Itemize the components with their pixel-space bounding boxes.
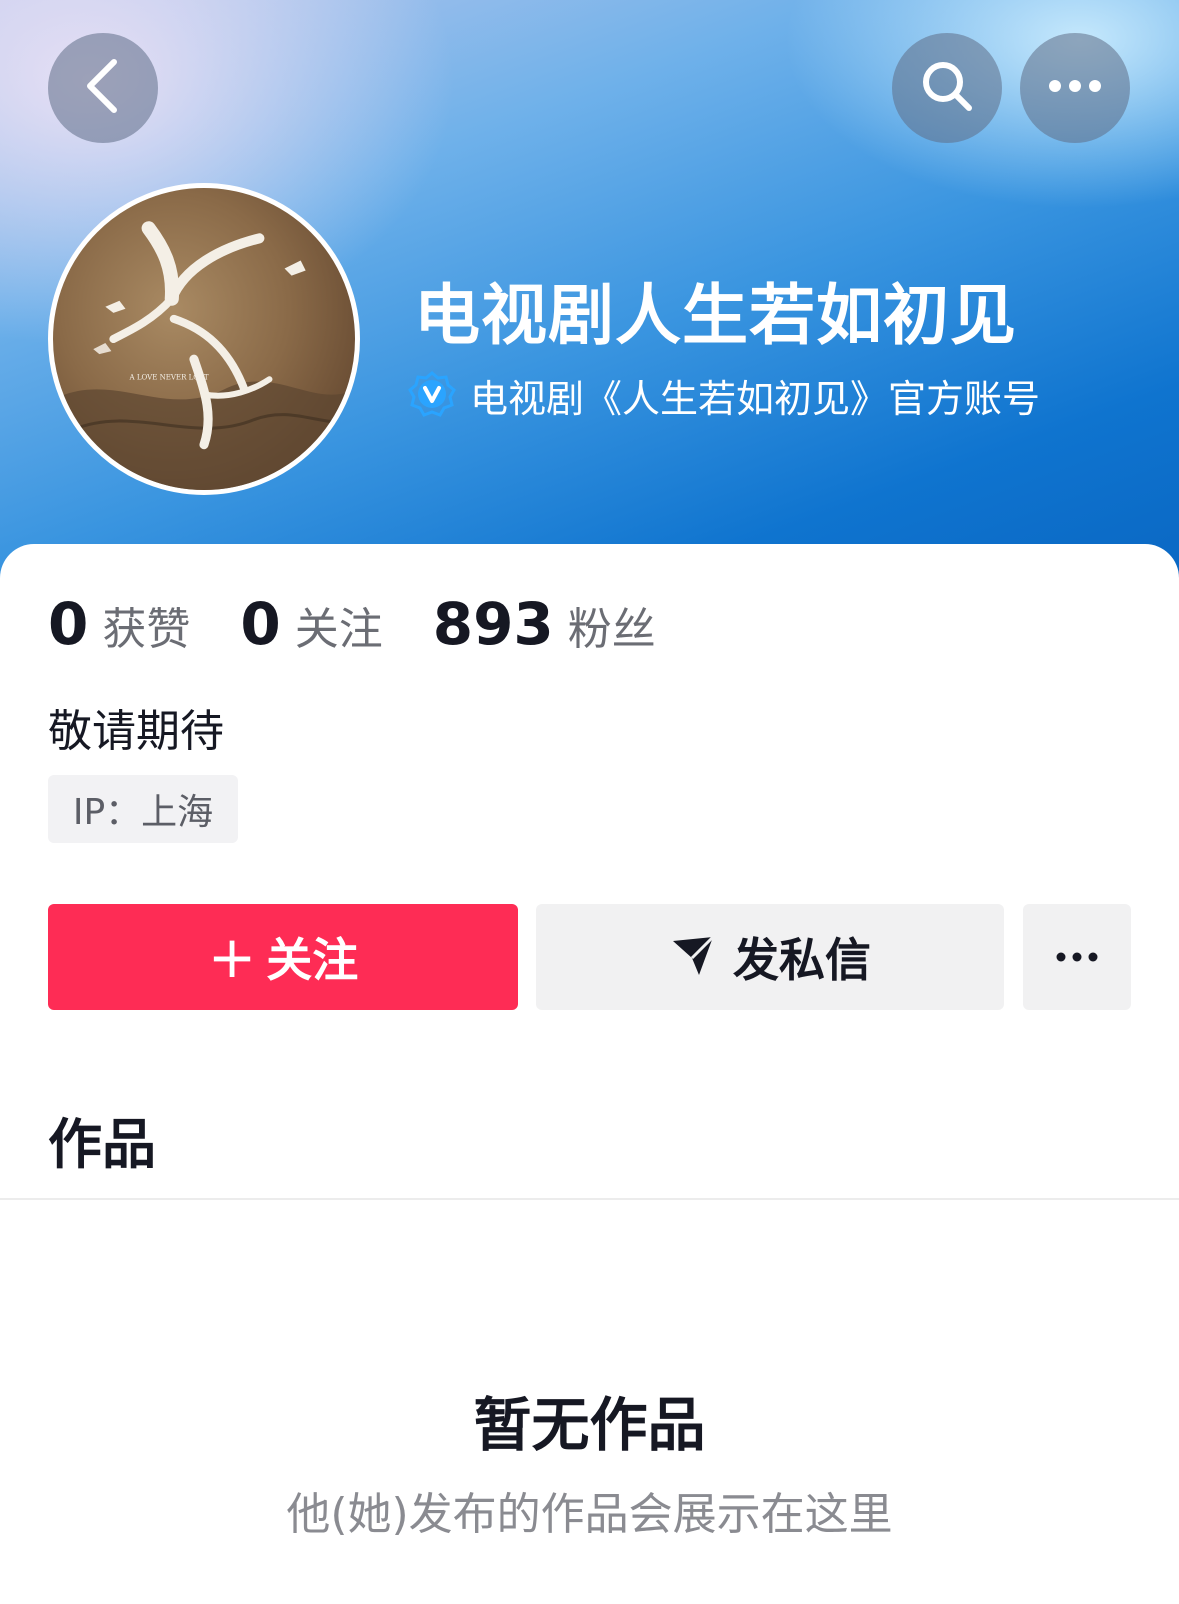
send-arrow-icon [669,931,733,983]
avatar-logo-text: A LOVE NEVER LOST [129,372,209,381]
more-dots-icon [1055,948,1099,967]
stat-followers-label: 粉丝 [567,604,656,655]
search-icon [917,56,977,120]
stat-followers-value: 893 [432,590,554,658]
stat-followers[interactable]: 893 粉丝 [433,590,656,658]
stat-following[interactable]: 0 关注 [240,590,382,658]
verification-row: 电视剧《人生若如初见》官方账号 [408,368,1040,423]
stat-following-label: 关注 [294,604,383,655]
stat-likes-value: 0 [48,590,89,658]
follow-label: 关注 [266,933,359,987]
ip-location-tag: IP：上海 [48,775,238,843]
chevron-left-icon [80,56,126,120]
send-message-button[interactable]: 发私信 [536,904,1004,1010]
divider [0,1198,1179,1200]
send-message-label: 发私信 [733,933,871,987]
back-button[interactable] [48,33,158,143]
profile-stats: 0 获赞 0 关注 893 粉丝 [48,590,706,658]
plus-icon: + [207,923,257,991]
stat-likes-label: 获赞 [102,604,191,655]
verified-description: 电视剧《人生若如初见》官方账号 [470,377,1041,421]
profile-bio: 敬请期待 [48,706,224,757]
stat-likes[interactable]: 0 获赞 [48,590,190,658]
avatar[interactable]: A LOVE NEVER LOST [48,183,360,495]
more-options-button[interactable] [1020,33,1130,143]
tab-works[interactable]: 作品 [48,1100,156,1179]
empty-state-title: 暂无作品 [473,1391,706,1459]
stat-following-value: 0 [240,590,281,658]
verified-badge-icon [408,370,470,422]
more-dots-icon [1045,76,1105,100]
account-name: 电视剧人生若如初见 [414,277,1017,354]
more-actions-button[interactable] [1023,904,1131,1010]
search-button[interactable] [892,33,1002,143]
empty-state-subtitle: 他(她)发布的作品会展示在这里 [286,1489,893,1540]
follow-button[interactable]: + 关注 [48,904,518,1010]
